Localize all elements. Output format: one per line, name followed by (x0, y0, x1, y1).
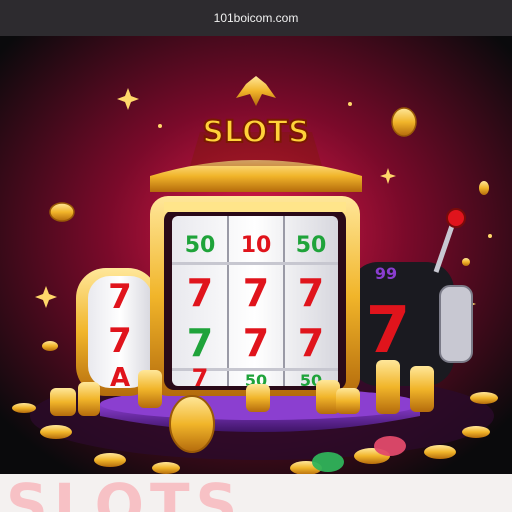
svg-text:50: 50 (185, 233, 216, 258)
svg-text:7: 7 (108, 277, 132, 317)
svg-text:10: 10 (241, 233, 272, 258)
svg-text:50: 50 (296, 233, 327, 258)
svg-text:7: 7 (243, 271, 269, 315)
top-row-symbols: 50 10 50 (185, 233, 327, 258)
svg-text:A: A (110, 363, 130, 393)
svg-text:7: 7 (108, 321, 132, 361)
bottom-banner: SLOTS (0, 474, 512, 512)
svg-text:7: 7 (298, 271, 324, 315)
svg-text:99: 99 (375, 264, 397, 283)
svg-text:7: 7 (298, 321, 324, 365)
svg-text:7: 7 (187, 271, 213, 315)
page-url[interactable]: 101boicom.com (214, 11, 299, 25)
svg-text:7: 7 (187, 321, 213, 365)
svg-text:7: 7 (366, 294, 411, 368)
bottom-ghost-text: SLOTS (6, 474, 244, 512)
slots-scene: 7 7 A 99 7 SLOTS 50 10 50 7 7 7 7 7 7 7 … (0, 36, 512, 476)
slots-title: SLOTS (202, 115, 309, 150)
browser-top-bar: 101boicom.com (0, 0, 512, 36)
slot-machine-illustration: 7 7 A 99 7 SLOTS 50 10 50 7 7 7 7 7 7 7 … (0, 36, 512, 476)
svg-text:7: 7 (243, 321, 269, 365)
svg-text:7: 7 (192, 364, 209, 392)
